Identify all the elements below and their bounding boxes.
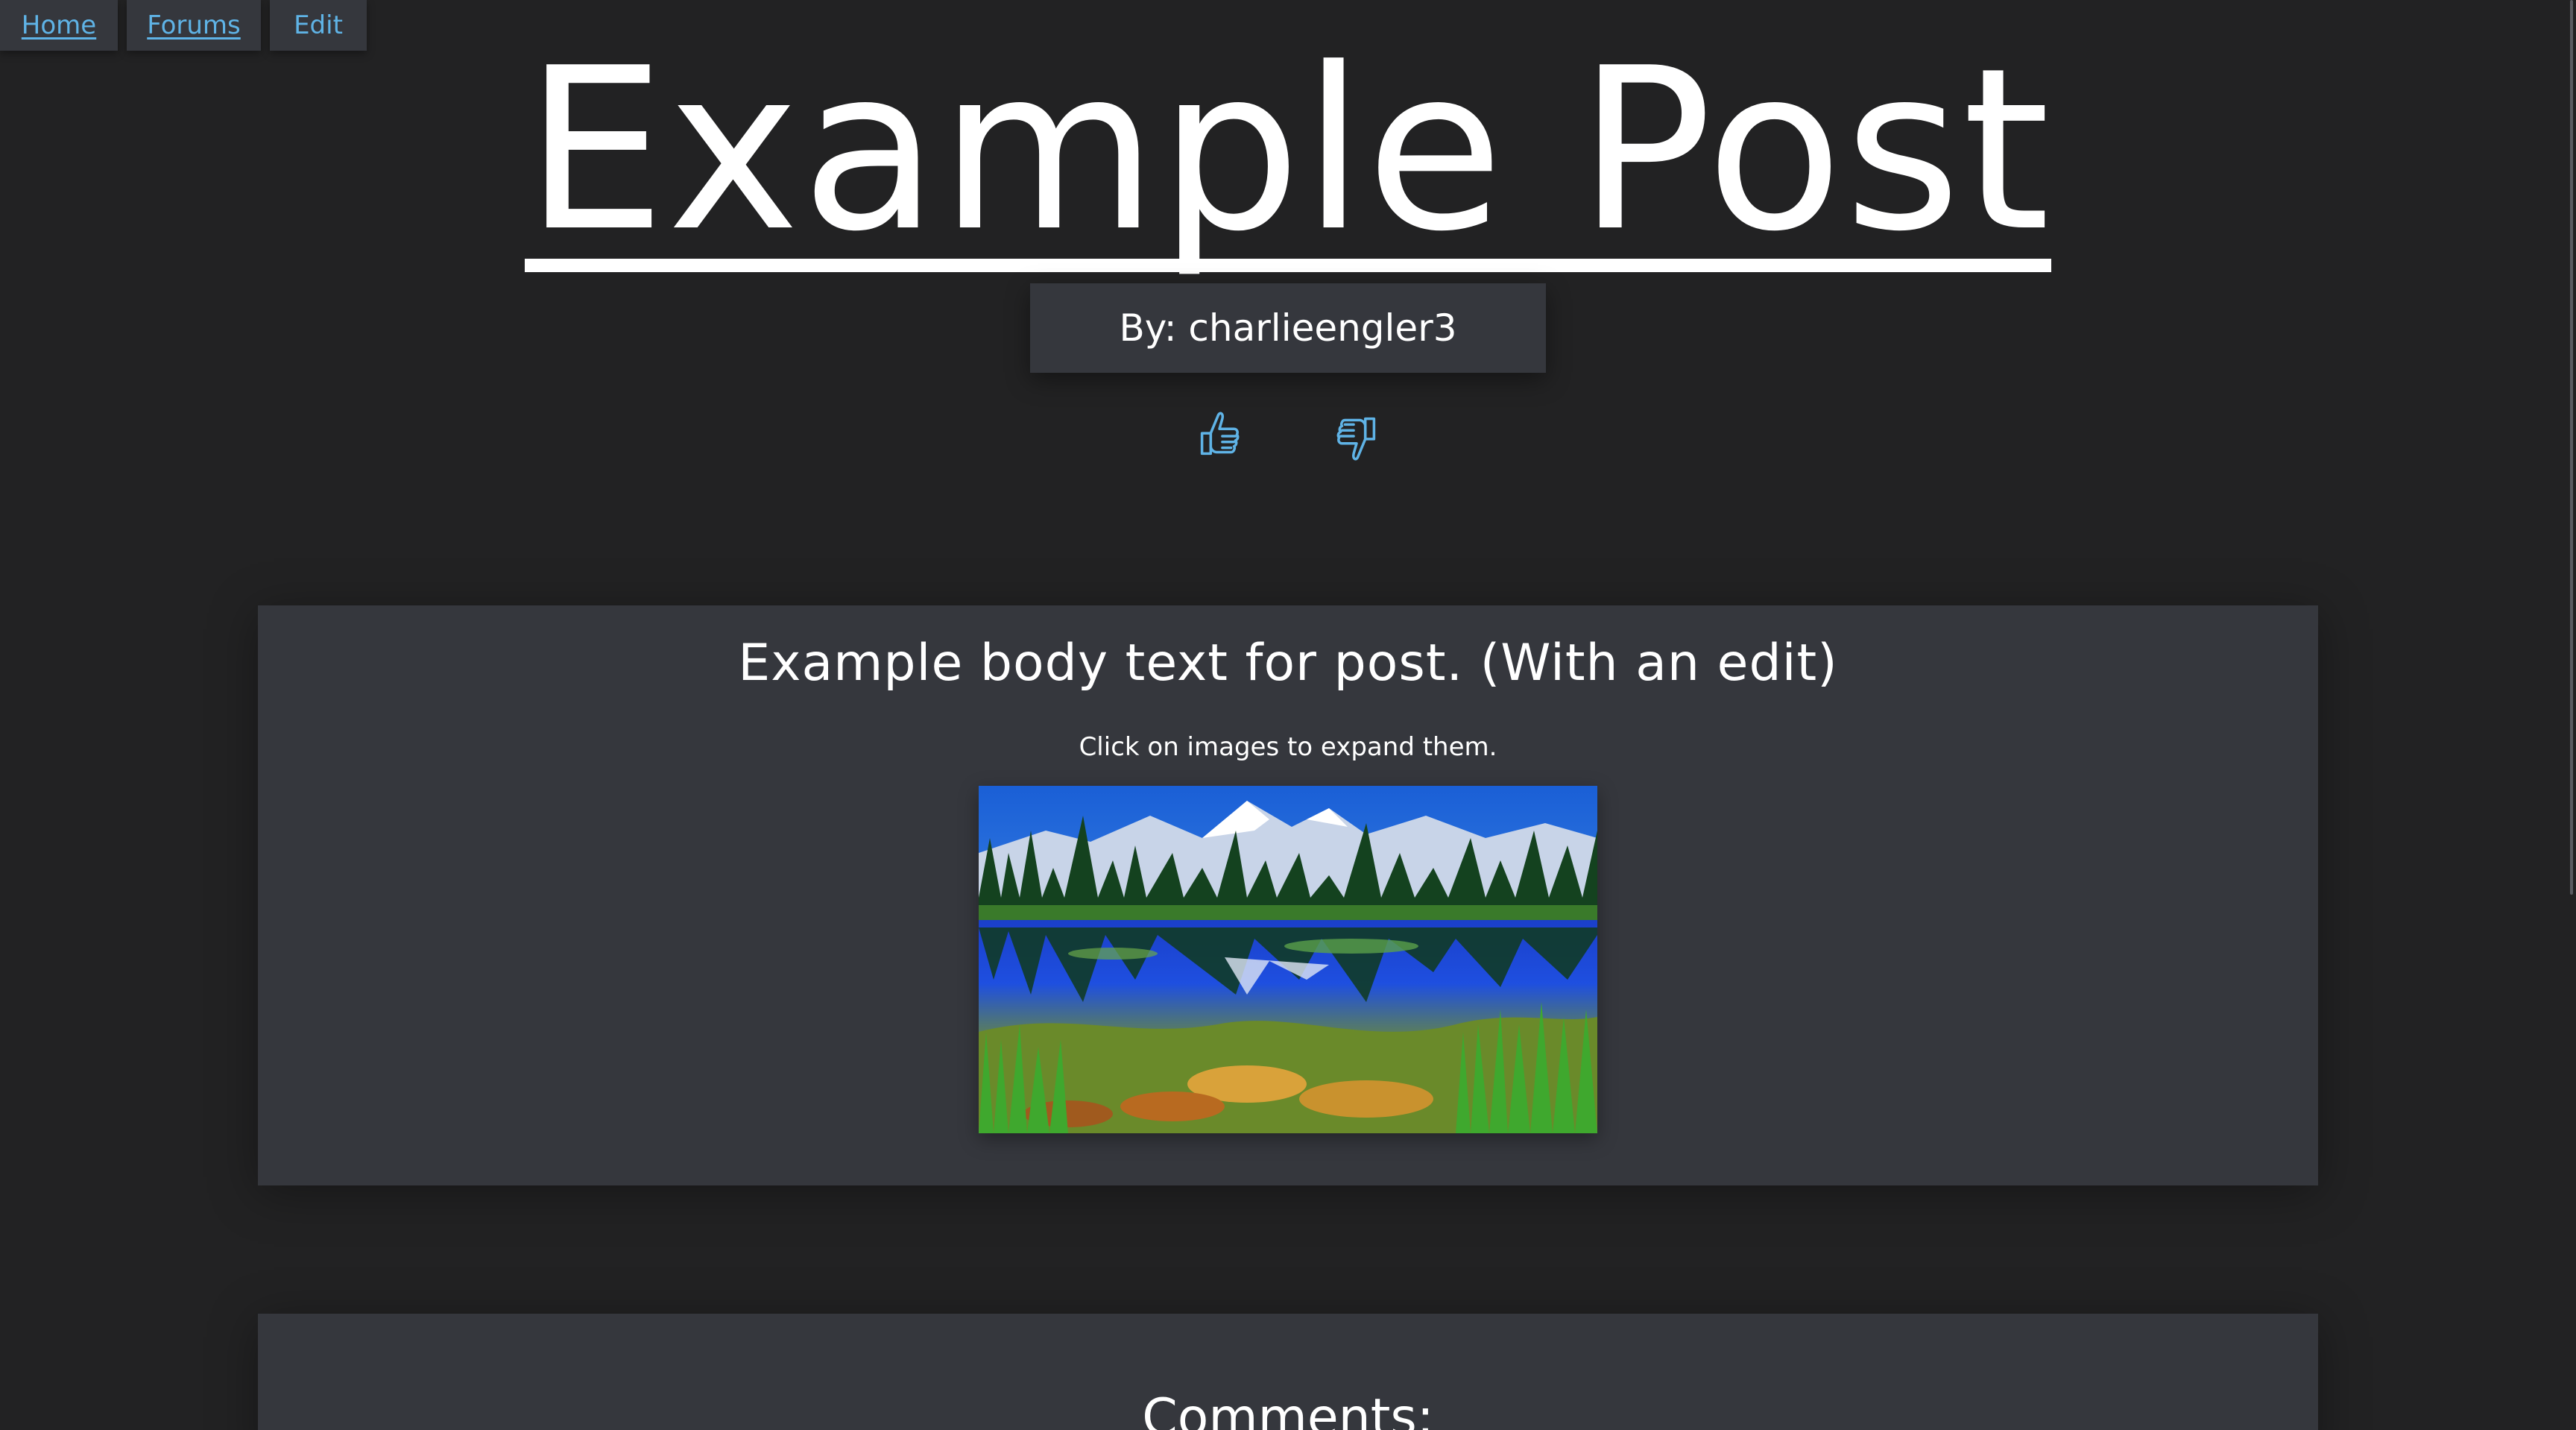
vote-controls <box>0 403 2576 470</box>
landscape-image <box>979 786 1597 1133</box>
author-label: By: charlieengler3 <box>1119 306 1457 350</box>
post-card: Example body text for post. (With an edi… <box>258 605 2318 1185</box>
page-scrollbar[interactable] <box>2564 0 2576 1430</box>
post-body-text: Example body text for post. (With an edi… <box>738 634 1838 693</box>
thumbs-down-icon <box>1336 417 1376 461</box>
image-hint-text: Click on images to expand them. <box>1079 732 1497 762</box>
comments-title: Comments: <box>1142 1388 1434 1430</box>
dislike-button[interactable] <box>1327 403 1386 470</box>
nav-home-label: Home <box>21 10 97 40</box>
nav-edit-label: Edit <box>294 10 343 40</box>
scrollbar-thumb[interactable] <box>2570 0 2573 895</box>
nav-forums-label: Forums <box>147 10 241 40</box>
page: Home Forums Edit Example Post By: charli… <box>0 0 2576 1430</box>
post-title: Example Post <box>0 39 2576 272</box>
comments-card: Comments: <box>258 1314 2318 1430</box>
post-image[interactable] <box>979 786 1597 1133</box>
author-box: By: charlieengler3 <box>1030 283 1546 373</box>
post-title-text: Example Post <box>524 20 2052 280</box>
like-button[interactable] <box>1190 403 1249 470</box>
thumbs-up-icon <box>1200 412 1240 456</box>
